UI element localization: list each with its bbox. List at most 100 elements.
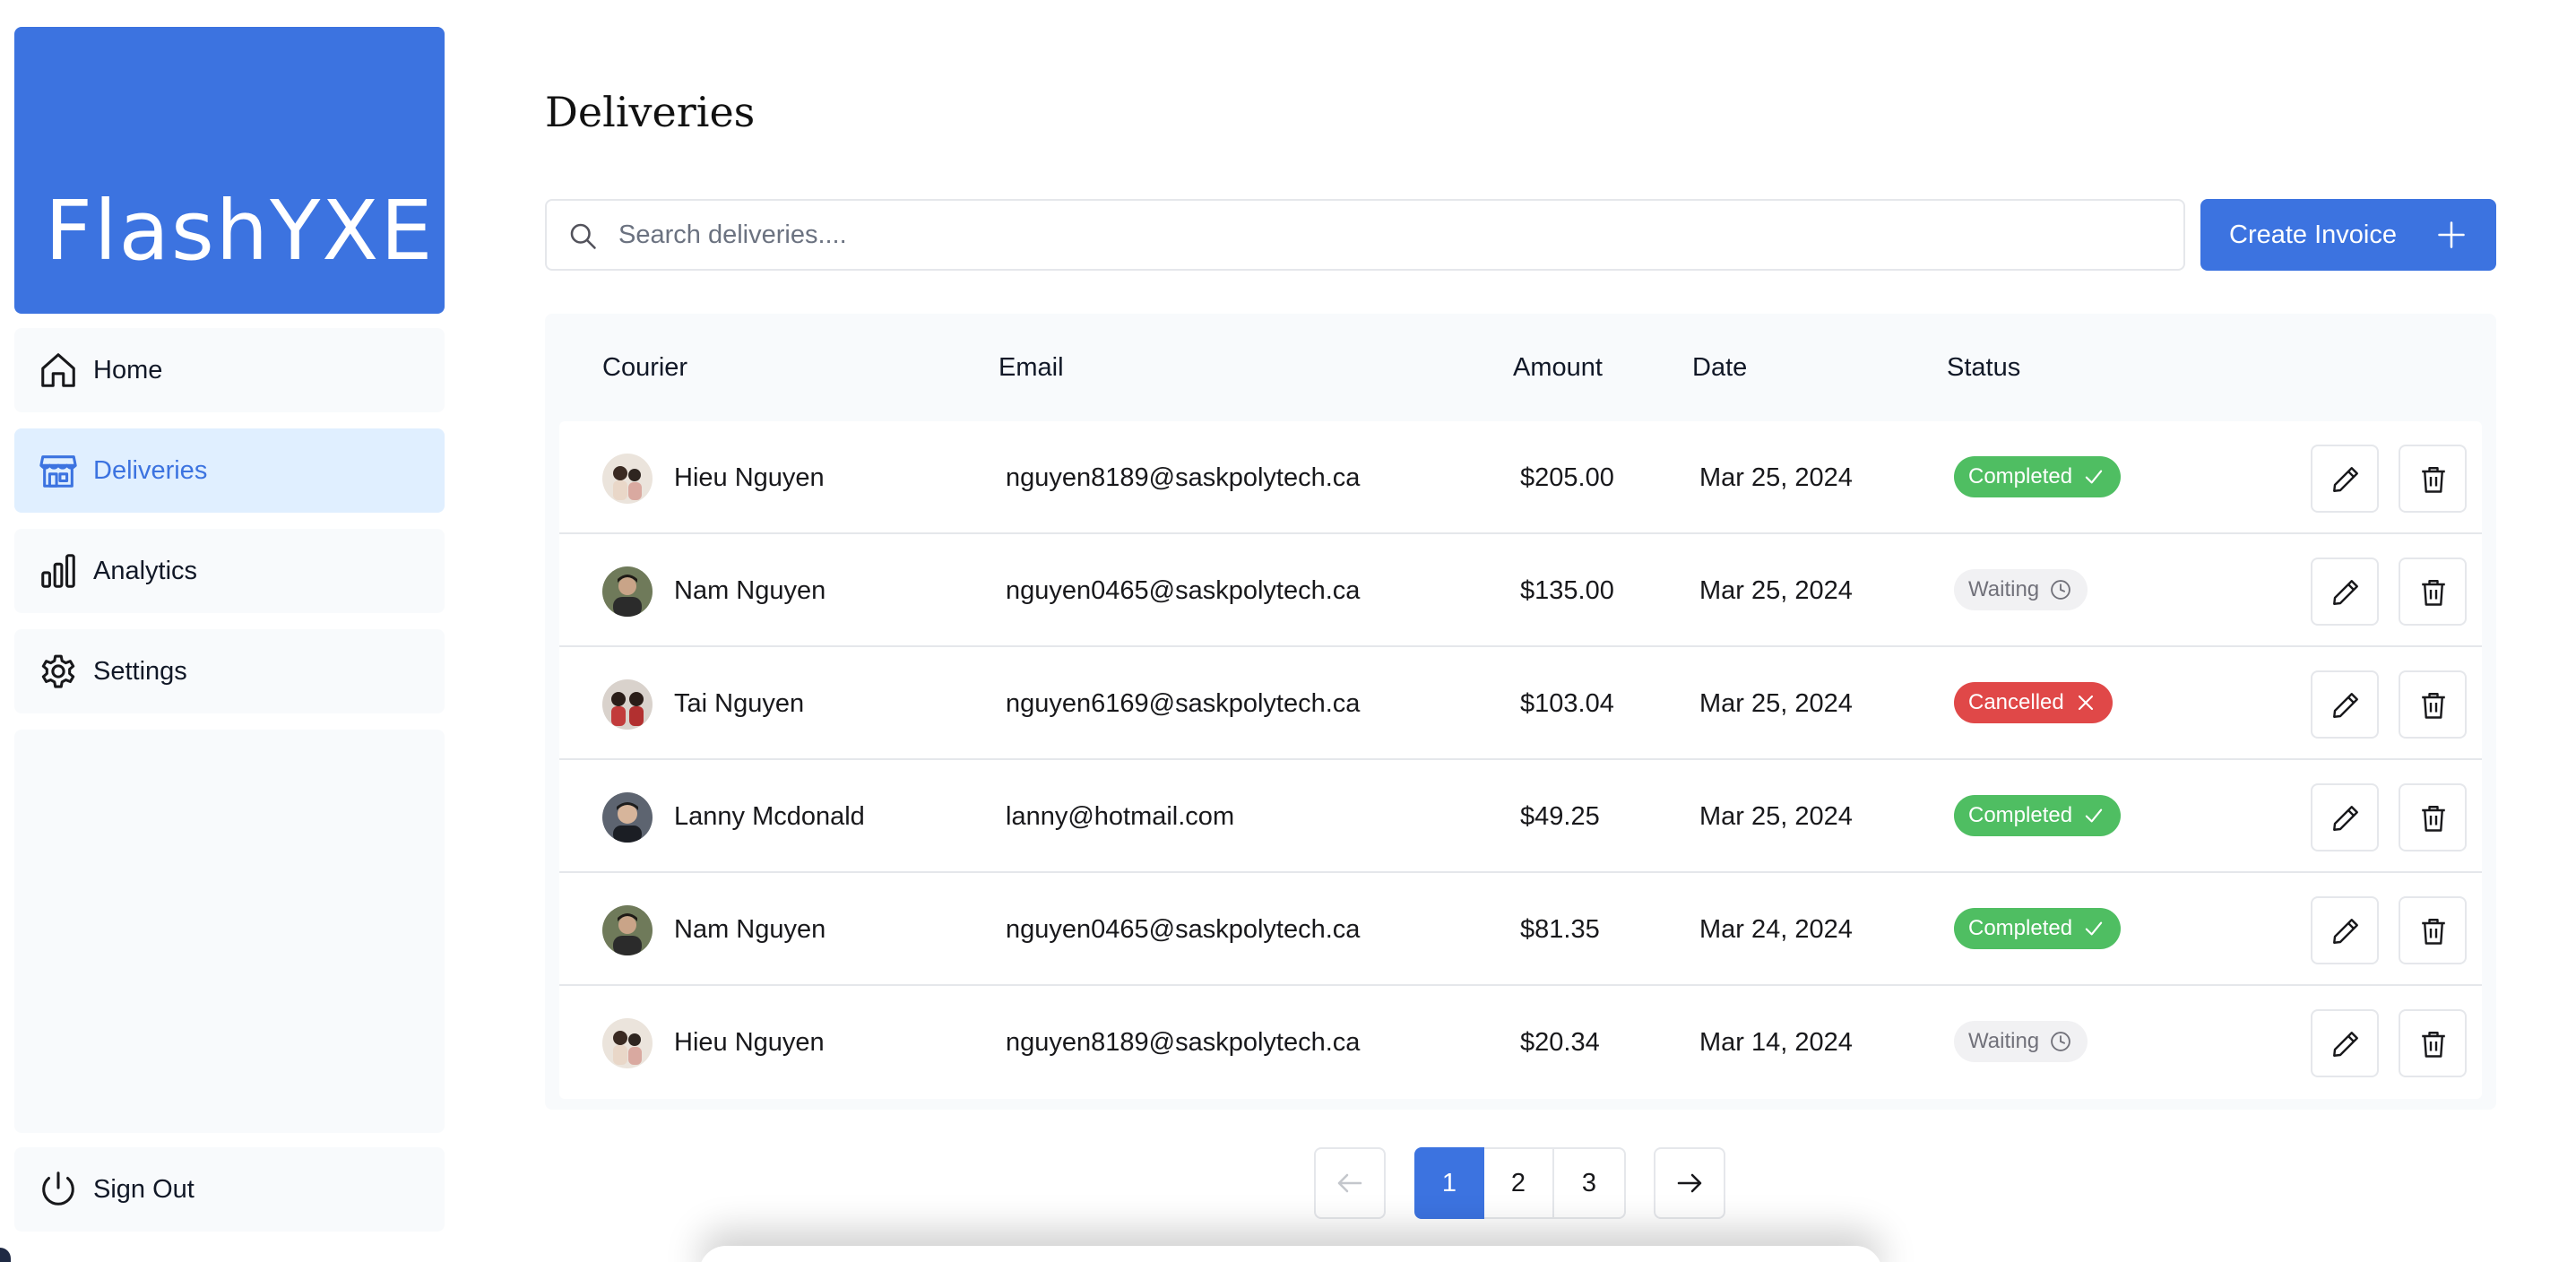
status-badge: Waiting bbox=[1954, 569, 2088, 610]
pencil-icon bbox=[2333, 806, 2358, 831]
courier-email: nguyen6169@saskpolytech.ca bbox=[1006, 689, 1361, 718]
pencil-icon bbox=[2333, 919, 2358, 944]
table-row[interactable]: Tai Nguyen nguyen6169@saskpolytech.ca $1… bbox=[559, 647, 2482, 760]
delivery-date: Mar 25, 2024 bbox=[1699, 802, 1853, 831]
avatar bbox=[602, 454, 653, 504]
courier-name: Lanny Mcdonald bbox=[674, 802, 865, 831]
courier-name: Tai Nguyen bbox=[674, 689, 805, 718]
status-label: Waiting bbox=[1968, 577, 2040, 601]
sidebar-item-settings[interactable]: Settings bbox=[14, 629, 445, 713]
sidebar-spacer bbox=[14, 730, 445, 1133]
edit-button[interactable] bbox=[2311, 558, 2379, 626]
status-badge: Completed bbox=[1954, 908, 2122, 949]
courier-name: Hieu Nguyen bbox=[674, 463, 825, 492]
delete-button[interactable] bbox=[2399, 783, 2467, 851]
x-icon bbox=[2078, 695, 2093, 711]
pencil-icon bbox=[2333, 467, 2358, 492]
courier-email: nguyen0465@saskpolytech.ca bbox=[1006, 915, 1361, 944]
delete-button[interactable] bbox=[2399, 558, 2467, 626]
table-row[interactable]: Hieu Nguyen nguyen8189@saskpolytech.ca $… bbox=[559, 421, 2482, 534]
pencil-icon bbox=[2333, 693, 2358, 718]
sidebar: FlashYXE Home Deliveries Analytics Setti… bbox=[14, 27, 445, 1235]
delete-button[interactable] bbox=[2399, 1009, 2467, 1077]
table-row[interactable]: Lanny Mcdonald lanny@hotmail.com $49.25 … bbox=[559, 760, 2482, 873]
table-row[interactable]: Hieu Nguyen nguyen8189@saskpolytech.ca $… bbox=[559, 986, 2482, 1099]
courier-name: Hieu Nguyen bbox=[674, 1028, 825, 1057]
status-label: Waiting bbox=[1968, 1029, 2040, 1053]
trash-icon bbox=[2422, 919, 2445, 945]
edit-button[interactable] bbox=[2311, 1009, 2379, 1077]
table-row[interactable]: Nam Nguyen nguyen0465@saskpolytech.ca $1… bbox=[559, 534, 2482, 647]
plus-icon bbox=[2438, 221, 2465, 248]
page-button-3[interactable]: 3 bbox=[1554, 1147, 1626, 1219]
sidebar-item-deliveries[interactable]: Deliveries bbox=[14, 428, 445, 513]
trash-icon bbox=[2422, 693, 2445, 719]
delete-button[interactable] bbox=[2399, 670, 2467, 739]
check-icon bbox=[2085, 808, 2103, 823]
sidebar-item-label: Settings bbox=[93, 656, 187, 686]
status-label: Completed bbox=[1968, 803, 2073, 827]
avatar bbox=[602, 1018, 653, 1068]
delivery-date: Mar 25, 2024 bbox=[1699, 463, 1853, 492]
courier-email: lanny@hotmail.com bbox=[1006, 802, 1235, 831]
store-icon bbox=[39, 455, 77, 488]
power-icon bbox=[42, 1171, 74, 1206]
next-page-button[interactable] bbox=[1654, 1147, 1725, 1219]
arrow-left-icon bbox=[1337, 1173, 1362, 1193]
delivery-amount: $205.00 bbox=[1520, 463, 1614, 492]
courier-name: Nam Nguyen bbox=[674, 915, 826, 944]
window-corner bbox=[0, 1248, 11, 1262]
check-icon bbox=[2085, 921, 2103, 936]
edit-button[interactable] bbox=[2311, 783, 2379, 851]
page-button-1[interactable]: 1 bbox=[1414, 1147, 1484, 1219]
check-icon bbox=[2085, 470, 2103, 484]
delivery-amount: $103.04 bbox=[1520, 689, 1614, 718]
bottom-panel-edge bbox=[699, 1246, 1882, 1262]
sidebar-item-home[interactable]: Home bbox=[14, 328, 445, 412]
gear-icon bbox=[41, 654, 75, 688]
edit-button[interactable] bbox=[2311, 896, 2379, 964]
table-row[interactable]: Nam Nguyen nguyen0465@saskpolytech.ca $8… bbox=[559, 873, 2482, 986]
trash-icon bbox=[2422, 806, 2445, 832]
delivery-date: Mar 14, 2024 bbox=[1699, 1028, 1853, 1057]
avatar bbox=[602, 679, 653, 730]
table-body: Hieu Nguyen nguyen8189@saskpolytech.ca $… bbox=[559, 421, 2482, 1099]
column-header-date: Date bbox=[1692, 353, 1748, 382]
sidebar-item-label: Home bbox=[93, 355, 163, 385]
search-icon bbox=[570, 223, 596, 249]
edit-button[interactable] bbox=[2311, 670, 2379, 739]
create-invoice-label: Create Invoice bbox=[2229, 220, 2397, 249]
sign-out-button[interactable]: Sign Out bbox=[14, 1147, 445, 1232]
search-input[interactable] bbox=[618, 201, 2160, 269]
courier-email: nguyen0465@saskpolytech.ca bbox=[1006, 576, 1361, 605]
home-icon bbox=[41, 353, 75, 387]
trash-icon bbox=[2422, 467, 2445, 493]
search-box[interactable] bbox=[545, 199, 2185, 271]
previous-page-button[interactable] bbox=[1314, 1147, 1386, 1219]
page-title: Deliveries bbox=[545, 88, 756, 136]
status-badge: Cancelled bbox=[1954, 682, 2113, 723]
status-badge: Completed bbox=[1954, 456, 2122, 497]
sidebar-item-label: Deliveries bbox=[93, 455, 208, 485]
clock-icon bbox=[2051, 1032, 2070, 1051]
brand-logo[interactable]: FlashYXE bbox=[14, 27, 445, 314]
pencil-icon bbox=[2333, 1032, 2358, 1057]
column-header-amount: Amount bbox=[1513, 353, 1603, 382]
status-label: Completed bbox=[1968, 464, 2073, 488]
column-header-courier: Courier bbox=[602, 353, 688, 382]
delete-button[interactable] bbox=[2399, 445, 2467, 513]
edit-button[interactable] bbox=[2311, 445, 2379, 513]
courier-name: Nam Nguyen bbox=[674, 576, 826, 605]
sidebar-item-analytics[interactable]: Analytics bbox=[14, 529, 445, 613]
delivery-amount: $81.35 bbox=[1520, 915, 1600, 944]
pencil-icon bbox=[2333, 580, 2358, 605]
status-label: Cancelled bbox=[1968, 690, 2064, 714]
create-invoice-button[interactable]: Create Invoice bbox=[2200, 199, 2496, 271]
clock-icon bbox=[2051, 580, 2070, 600]
delete-button[interactable] bbox=[2399, 896, 2467, 964]
courier-email: nguyen8189@saskpolytech.ca bbox=[1006, 463, 1361, 492]
status-label: Completed bbox=[1968, 916, 2073, 940]
avatar bbox=[602, 905, 653, 955]
page-button-2[interactable]: 2 bbox=[1484, 1147, 1554, 1219]
avatar bbox=[602, 566, 653, 617]
